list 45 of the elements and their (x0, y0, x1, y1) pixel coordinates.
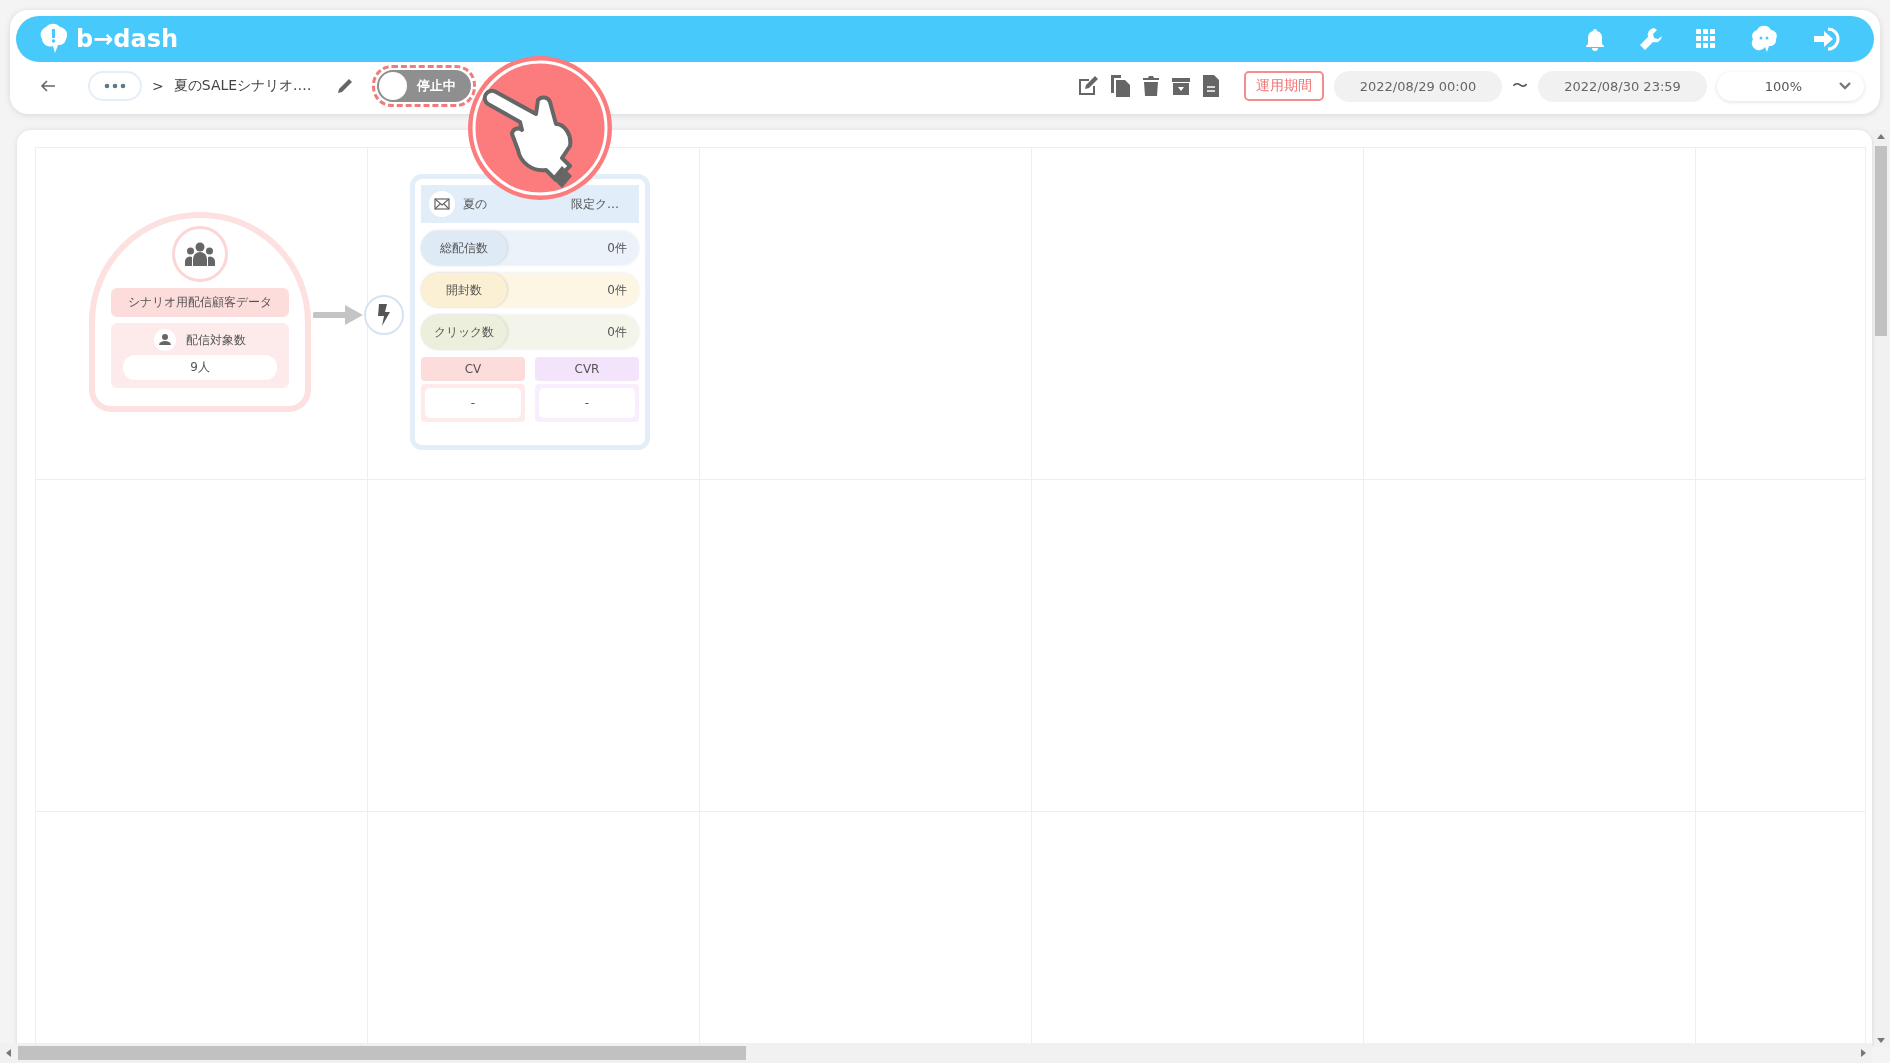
breadcrumb-separator: > (152, 78, 164, 94)
archive-icon[interactable] (1169, 75, 1192, 97)
connector-arrow (313, 304, 365, 326)
mail-title-start: 夏の (463, 195, 487, 213)
copy-icon[interactable] (1109, 74, 1132, 98)
count-label: 配信対象数 (186, 331, 246, 349)
envelope-icon (429, 191, 455, 217)
person-icon (154, 329, 176, 351)
lightning-icon (377, 304, 391, 326)
scroll-thumb[interactable] (18, 1046, 746, 1060)
result-value: - (425, 388, 521, 418)
start-date-field[interactable]: 2022/08/29 00:00 (1333, 70, 1503, 102)
metric-label: クリック数 (421, 315, 507, 349)
result-label: CV (421, 357, 525, 381)
pencil-icon[interactable] (335, 77, 354, 95)
scroll-right-icon[interactable] (1860, 1048, 1868, 1058)
chevron-down-icon (1838, 81, 1852, 91)
scroll-up-icon[interactable] (1876, 132, 1886, 140)
count-value: 9人 (123, 355, 277, 380)
group-icon (185, 242, 215, 266)
audience-node[interactable]: シナリオ用配信顧客データ 配信対象数 9人 (89, 212, 311, 412)
result-label: CVR (535, 357, 639, 381)
metric-label: 開封数 (421, 273, 507, 307)
metric-label: 総配信数 (421, 231, 507, 265)
metric-value: 0件 (607, 281, 627, 299)
metric-value: 0件 (607, 323, 627, 341)
back-arrow-icon[interactable] (40, 79, 56, 93)
more-button[interactable] (88, 71, 142, 101)
breadcrumb-link[interactable]: 夏のSALEシナリオ.… (173, 77, 312, 95)
result-value: - (539, 388, 635, 418)
scroll-left-icon[interactable] (4, 1048, 12, 1058)
range-separator: 〜 (1512, 75, 1529, 97)
metric-value: 0件 (607, 239, 627, 257)
audience-title: シナリオ用配信顧客データ (111, 288, 289, 317)
scroll-thumb[interactable] (1875, 146, 1887, 336)
trash-icon[interactable] (1141, 75, 1160, 97)
mail-title-end: 限定ク… (571, 195, 619, 213)
end-date-field[interactable]: 2022/08/30 23:59 (1538, 70, 1707, 102)
scroll-down-icon[interactable] (1876, 1037, 1886, 1045)
logo-text: b→dash (76, 25, 179, 53)
mail-node[interactable]: 夏の 限定ク… 総配信数 0件 開封数 0件 クリック数 0件 CV - CVR - (410, 174, 650, 450)
more-icon (104, 83, 126, 89)
trigger-node[interactable] (364, 295, 404, 335)
zoom-select[interactable]: 100% (1716, 71, 1864, 101)
document-icon[interactable] (1201, 74, 1220, 98)
